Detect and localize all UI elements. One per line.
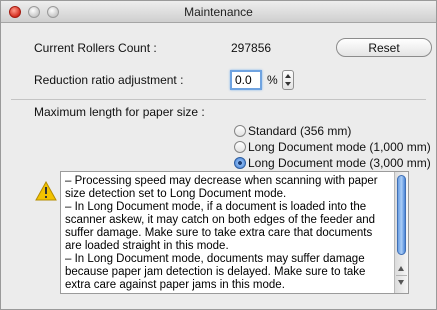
section-divider [11,99,426,100]
paper-size-label: Maximum length for paper size : [34,105,205,119]
radio-label-long-3000: Long Document mode (3,000 mm) [248,156,431,170]
stepper-down-icon[interactable] [285,82,291,86]
notes-text: – Processing speed may decrease when sca… [65,175,378,291]
radio-button-long-3000[interactable] [234,157,246,169]
radio-label-standard: Standard (356 mm) [248,124,352,138]
scroll-arrow-divider [396,275,407,276]
window-title: Maintenance [184,5,253,19]
scrollbar-thumb[interactable] [397,175,406,255]
scroll-up-arrow-icon[interactable] [398,266,404,271]
radio-label-long-1000: Long Document mode (1,000 mm) [248,140,431,154]
rollers-count-label: Current Rollers Count : [34,41,157,55]
reduction-ratio-stepper[interactable] [282,70,294,90]
warning-icon [35,181,57,201]
percent-unit-label: % [267,73,278,87]
radio-button-long-1000[interactable] [234,141,246,153]
rollers-count-value: 297856 [231,41,272,55]
title-bar: Maintenance [1,1,436,23]
reduction-ratio-input[interactable]: 0.0 [230,70,262,90]
stepper-up-icon[interactable] [285,74,291,78]
reset-button[interactable]: Reset [336,38,432,57]
reduction-ratio-label: Reduction ratio adjustment : [34,73,184,87]
scroll-down-arrow-icon[interactable] [398,280,404,285]
notes-scrollbar[interactable] [394,172,408,293]
radio-button-standard[interactable] [234,125,246,137]
notes-text-area[interactable]: – Processing speed may decrease when sca… [60,171,409,294]
maintenance-window: Maintenance Current Rollers Count : 2978… [0,0,437,310]
